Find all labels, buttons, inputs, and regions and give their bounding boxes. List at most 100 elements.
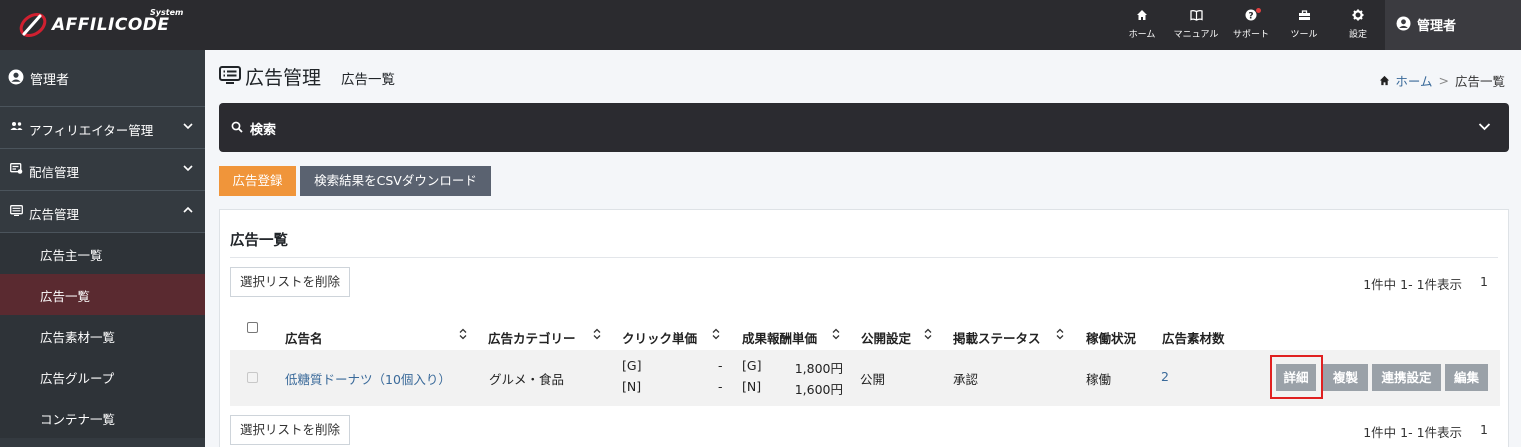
topnav-support[interactable]: ? サポート bbox=[1230, 0, 1272, 50]
column-header-status[interactable]: 掲載ステータス bbox=[953, 328, 1041, 347]
sidebar-item-ads[interactable]: 広告管理 bbox=[0, 191, 205, 233]
sort-icon[interactable] bbox=[459, 328, 467, 340]
divider bbox=[230, 257, 1498, 258]
home-icon bbox=[1137, 10, 1147, 20]
ad-name-link[interactable]: 低糖質ドーナツ（10個入り） bbox=[285, 369, 451, 388]
topnav-label: マニュアル bbox=[1173, 30, 1219, 40]
sidebar-item-label: 配信管理 bbox=[29, 165, 80, 180]
topnav-settings[interactable]: 設定 bbox=[1340, 0, 1376, 50]
user-menu[interactable]: 管理者 bbox=[1385, 0, 1521, 50]
card-title: 広告一覧 bbox=[230, 233, 288, 249]
sidebar-subitem-label: 広告一覧 bbox=[40, 289, 91, 304]
highlight-box bbox=[1270, 355, 1323, 399]
ad-category: グルメ・食品 bbox=[489, 372, 565, 387]
search-panel-toggle[interactable]: 検索 bbox=[219, 103, 1509, 152]
user-circle-icon bbox=[1396, 16, 1411, 31]
column-header-publish[interactable]: 公開設定 bbox=[861, 328, 911, 347]
click-n-label: [N] bbox=[622, 379, 642, 394]
delete-selected-button[interactable]: 選択リストを削除 bbox=[230, 267, 351, 297]
column-header-click-price[interactable]: クリック単価 bbox=[622, 328, 697, 347]
csv-download-button[interactable]: 検索結果をCSVダウンロード bbox=[300, 166, 491, 196]
sidebar-subitem-groups[interactable]: 広告グループ bbox=[0, 356, 205, 397]
breadcrumb-home[interactable]: ホーム bbox=[1379, 71, 1433, 90]
click-n-value: - bbox=[718, 379, 723, 394]
gear-icon bbox=[1352, 9, 1364, 21]
sort-icon[interactable] bbox=[712, 328, 720, 340]
sidebar-subitem-containers[interactable]: コンテナ一覧 bbox=[0, 397, 205, 438]
pager-page-1[interactable]: 1 bbox=[1480, 422, 1488, 441]
user-circle-icon bbox=[8, 69, 24, 85]
page-subtitle: 広告一覧 bbox=[341, 72, 395, 88]
toolbox-icon bbox=[1298, 10, 1310, 20]
search-label: 検索 bbox=[250, 123, 277, 138]
delivery-icon bbox=[10, 163, 23, 174]
delete-selected-button-bottom[interactable]: 選択リストを削除 bbox=[230, 415, 351, 445]
brand-name: AFFILICODE bbox=[52, 15, 170, 35]
row-checkbox[interactable] bbox=[247, 372, 258, 383]
pagination-bottom: 1件中 1- 1件表示 1 bbox=[1363, 422, 1488, 441]
pagination: 1件中 1- 1件表示 1 bbox=[1363, 274, 1488, 293]
reward-n-label: [N] bbox=[742, 379, 762, 394]
pager-info: 1件中 1- 1件表示 bbox=[1363, 277, 1463, 292]
sidebar-item-label: アフィリエイター管理 bbox=[29, 123, 154, 138]
column-header-reward-price[interactable]: 成果報酬単価 bbox=[742, 328, 817, 347]
brand-tag: System bbox=[150, 8, 184, 17]
ad-list-icon bbox=[219, 66, 241, 84]
sidebar-user[interactable]: 管理者 bbox=[0, 50, 205, 107]
topnav-tools[interactable]: ツール bbox=[1286, 0, 1322, 50]
brand-logo[interactable]: AFFILICODE System bbox=[18, 8, 188, 42]
link-settings-button[interactable]: 連携設定 bbox=[1372, 364, 1441, 391]
reward-g-label: [G] bbox=[742, 358, 762, 373]
listing-status: 承認 bbox=[953, 372, 979, 387]
chevron-down-icon bbox=[1478, 123, 1491, 131]
users-icon bbox=[10, 122, 23, 130]
top-bar: AFFILICODE System ホーム マニュアル ? サポート ツール 設… bbox=[0, 0, 1521, 50]
topnav-label: ホーム bbox=[1128, 30, 1156, 40]
pager-page-1[interactable]: 1 bbox=[1480, 274, 1488, 293]
table-row: 低糖質ドーナツ（10個入り） グルメ・食品 [G] - [N] - [G] 1,… bbox=[230, 350, 1500, 406]
sidebar-subitem-materials[interactable]: 広告素材一覧 bbox=[0, 315, 205, 356]
sort-icon[interactable] bbox=[593, 328, 601, 340]
topnav-manual[interactable]: マニュアル bbox=[1170, 0, 1222, 50]
sort-icon[interactable] bbox=[924, 328, 932, 340]
click-g-label: [G] bbox=[622, 358, 642, 373]
svg-text:?: ? bbox=[1248, 12, 1253, 22]
register-ad-button[interactable]: 広告登録 bbox=[219, 166, 296, 196]
sidebar-subitem-label: 広告素材一覧 bbox=[40, 330, 116, 345]
topnav-label: サポート bbox=[1232, 30, 1269, 40]
column-header-name[interactable]: 広告名 bbox=[285, 328, 323, 347]
sidebar-item-delivery[interactable]: 配信管理 bbox=[0, 149, 205, 191]
material-count-link[interactable]: 2 bbox=[1161, 369, 1169, 384]
publish-setting: 公開 bbox=[860, 372, 886, 387]
sort-icon[interactable] bbox=[832, 328, 840, 340]
notification-dot bbox=[1256, 8, 1261, 13]
select-all-checkbox[interactable] bbox=[247, 322, 258, 333]
chevron-down-icon bbox=[183, 123, 193, 130]
column-header-operation: 稼働状況 bbox=[1086, 331, 1137, 346]
pager-info: 1件中 1- 1件表示 bbox=[1363, 425, 1463, 440]
sidebar-subitem-label: 広告グループ bbox=[40, 371, 115, 386]
book-icon bbox=[1189, 9, 1203, 21]
sidebar-subitem-ad-list[interactable]: 広告一覧 bbox=[0, 274, 205, 315]
sidebar-subitem-label: コンテナ一覧 bbox=[40, 412, 116, 427]
edit-button[interactable]: 編集 bbox=[1445, 364, 1488, 391]
breadcrumb-current: 広告一覧 bbox=[1454, 74, 1505, 89]
sidebar-subitem-label: 広告主一覧 bbox=[40, 248, 103, 263]
sidebar-item-affiliate[interactable]: アフィリエイター管理 bbox=[0, 107, 205, 149]
sidebar-subitem-advertisers[interactable]: 広告主一覧 bbox=[0, 233, 205, 274]
topnav-home[interactable]: ホーム bbox=[1124, 0, 1160, 50]
logo-mark-icon bbox=[19, 13, 47, 37]
sidebar: 管理者 アフィリエイター管理 配信管理 広告管理 広告主一覧 広告一覧 広告素材… bbox=[0, 50, 205, 447]
sidebar-item-label: 広告管理 bbox=[29, 207, 80, 222]
user-name: 管理者 bbox=[1417, 19, 1457, 34]
breadcrumb-separator: > bbox=[1438, 73, 1449, 88]
ad-list-card: 広告一覧 選択リストを削除 1件中 1- 1件表示 1 広告名 広告カテゴリー … bbox=[219, 209, 1509, 447]
copy-button[interactable]: 複製 bbox=[1323, 364, 1368, 391]
sort-icon[interactable] bbox=[1056, 328, 1064, 340]
topnav-label: 設定 bbox=[1348, 30, 1367, 40]
breadcrumb-home-label: ホーム bbox=[1395, 74, 1433, 89]
chevron-down-icon bbox=[183, 165, 193, 172]
column-header-category[interactable]: 広告カテゴリー bbox=[488, 328, 576, 347]
reward-n-value: 1,600円 bbox=[794, 382, 843, 397]
column-header-materials: 広告素材数 bbox=[1162, 331, 1225, 346]
